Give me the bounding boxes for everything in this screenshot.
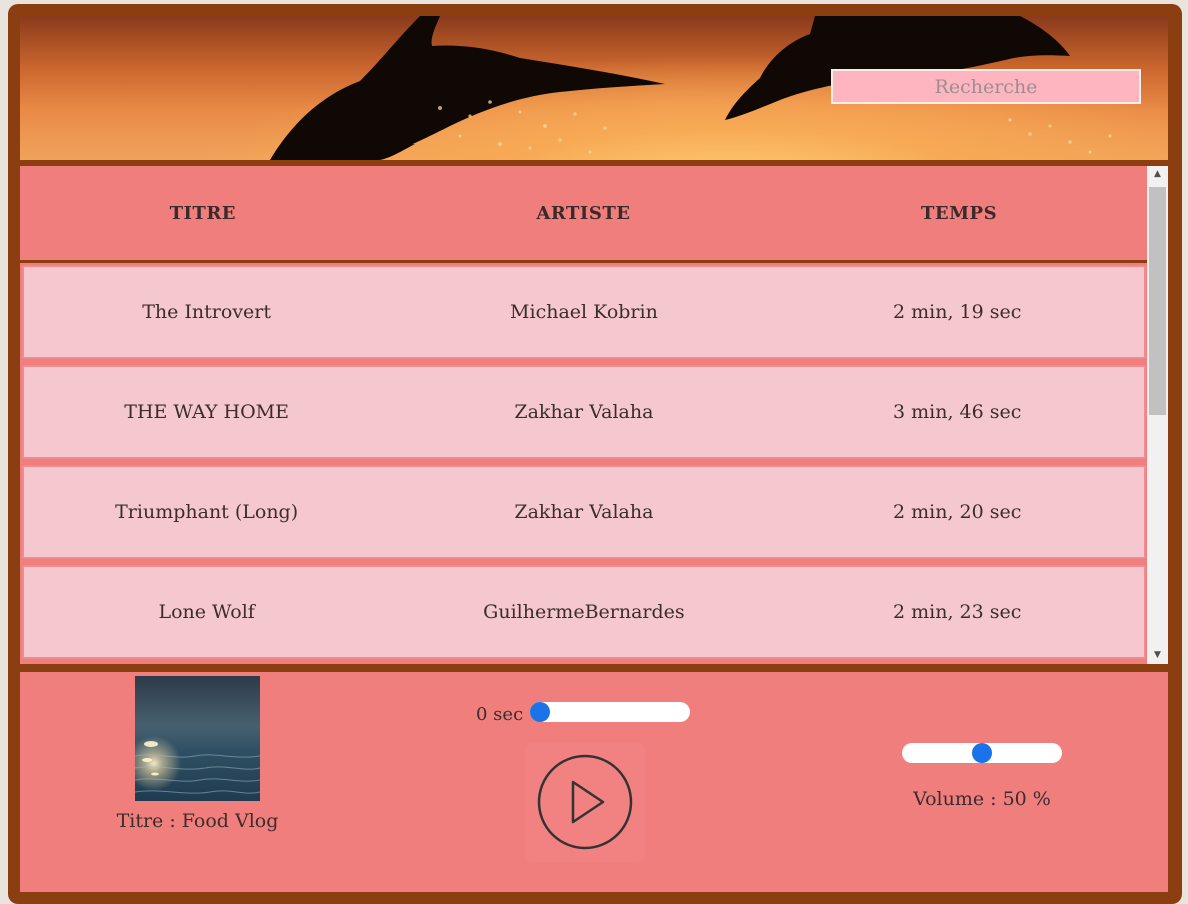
- search-input[interactable]: [831, 69, 1141, 104]
- table-row[interactable]: Triumphant (Long) Zakhar Valaha 2 min, 2…: [22, 465, 1146, 559]
- water-image: [135, 741, 260, 794]
- track-artist: GuilhermeBernardes: [483, 601, 685, 623]
- track-list: TITRE ARTISTE TEMPS The Introvert Michae…: [20, 166, 1168, 664]
- table-row[interactable]: The Introvert Michael Kobrin 2 min, 19 s…: [22, 265, 1146, 359]
- column-header-title[interactable]: TITRE: [20, 203, 396, 224]
- track-title: The Introvert: [142, 301, 272, 323]
- now-playing-title: Titre : Food Vlog: [116, 810, 279, 832]
- track-artist: Michael Kobrin: [510, 301, 658, 323]
- track-artist: Zakhar Valaha: [514, 501, 654, 523]
- track-title: Triumphant (Long): [115, 501, 299, 523]
- track-artist: Zakhar Valaha: [514, 401, 654, 423]
- scrollbar-thumb[interactable]: [1149, 187, 1166, 415]
- table-header: TITRE ARTISTE TEMPS: [20, 166, 1147, 263]
- volume-slider-knob[interactable]: [972, 743, 992, 763]
- player-bar: Titre : Food Vlog 0 sec Volume : 50 %: [20, 672, 1168, 892]
- track-duration: 2 min, 19 sec: [893, 301, 1022, 323]
- track-title: THE WAY HOME: [124, 401, 290, 423]
- play-button[interactable]: [525, 742, 645, 862]
- track-duration: 2 min, 20 sec: [893, 501, 1022, 523]
- volume-slider[interactable]: [902, 743, 1062, 763]
- scroll-down-icon[interactable]: ▼: [1147, 647, 1168, 664]
- column-header-time[interactable]: TEMPS: [771, 203, 1147, 224]
- elapsed-time: 0 sec: [476, 704, 524, 725]
- volume-label: Volume : 50 %: [913, 788, 1051, 810]
- column-header-artist[interactable]: ARTISTE: [396, 203, 772, 224]
- track-duration: 3 min, 46 sec: [893, 401, 1022, 423]
- scrollbar[interactable]: ▲ ▼: [1147, 166, 1168, 664]
- scroll-up-icon[interactable]: ▲: [1147, 166, 1168, 183]
- album-cover: [135, 676, 260, 801]
- progress-slider-knob[interactable]: [530, 702, 550, 722]
- table-body: The Introvert Michael Kobrin 2 min, 19 s…: [20, 263, 1147, 664]
- progress-slider[interactable]: [530, 702, 690, 722]
- table-row[interactable]: THE WAY HOME Zakhar Valaha 3 min, 46 sec: [22, 365, 1146, 459]
- play-icon: [537, 754, 633, 850]
- track-duration: 2 min, 23 sec: [893, 601, 1022, 623]
- header-banner: [20, 16, 1168, 160]
- track-title: Lone Wolf: [158, 601, 255, 623]
- table-row[interactable]: Lone Wolf GuilhermeBernardes 2 min, 23 s…: [22, 565, 1146, 659]
